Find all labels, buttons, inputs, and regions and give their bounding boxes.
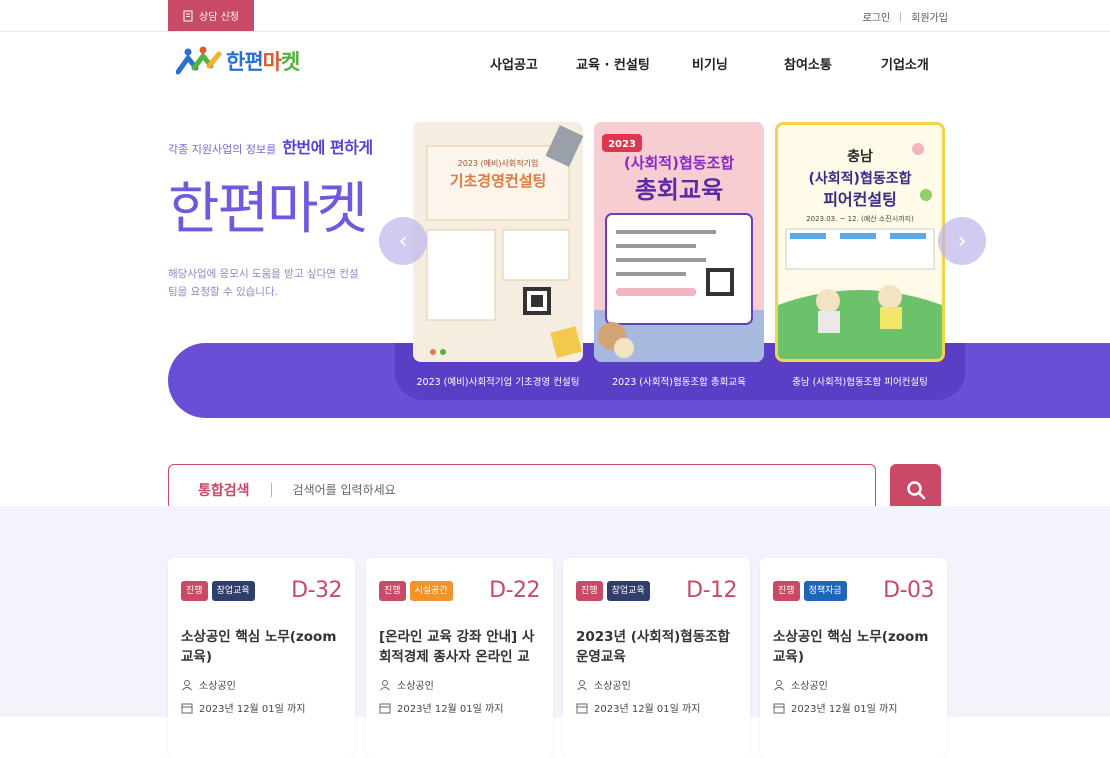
svg-text:총회교육: 총회교육 [635,176,723,204]
target-label: 소상공인 [199,681,236,692]
svg-text:2023.03. ~ 12. (예산 소진시까지): 2023.03. ~ 12. (예산 소진시까지) [806,214,914,223]
calendar-icon [576,703,588,713]
document-icon [183,10,193,21]
card-deadline: 2023년 12월 01일 까지 [379,700,540,715]
calendar-icon [379,703,391,713]
search-input[interactable] [292,482,793,497]
nav-item-business[interactable]: 사업공고 [490,54,576,73]
person-icon [380,679,390,690]
consult-request-button[interactable]: 상담 신청 [168,0,254,31]
svg-text:기초경영컨설팅: 기초경영컨설팅 [450,172,547,190]
search-label: 통합검색 [198,482,250,499]
card-target: 소상공인 [379,677,540,692]
slide-item[interactable]: 충남 (사회적)협동조합 피어컨설팅 2023.03. ~ 12. (예산 소진… [775,122,945,388]
hero-intro: 각종 지원사업의 정보를 한번에 편하게 한편마켓 해당사업에 응모시 도움을 … [168,134,373,301]
nav-item-about[interactable]: 기업소개 [881,54,929,73]
program-card[interactable]: 진행 정책자금 D-03 소상공인 핵심 노무(zoom 교육) 소상공인 20… [760,558,947,758]
dday-counter: D-22 [489,578,540,603]
hero-tagline: 각종 지원사업의 정보를 한번에 편하게 [168,134,373,158]
hero-section: 각종 지원사업의 정보를 한번에 편하게 한편마켓 해당사업에 응모시 도움을 … [0,96,1110,436]
calendar-icon [181,703,193,713]
program-list: 진행 창업교육 D-32 소상공인 핵심 노무(zoom 교육) 소상공인 20… [0,506,1110,758]
header: 한편마켓 사업공고 교육 · 컨설팅 비기닝 참여소통 기업소개 [0,32,1110,96]
program-card[interactable]: 진행 창업교육 D-12 2023년 (사회적)협동조합 운영교육 소상공인 2… [563,558,750,758]
card-target: 소상공인 [181,677,342,692]
status-badge: 진행 [181,580,208,601]
logo-text: 한편마켓 [226,50,300,74]
category-badge: 창업교육 [211,580,255,601]
nav-item-education[interactable]: 교육 · 컨설팅 [576,54,692,73]
card-target: 소상공인 [773,677,934,692]
poster-image: 충남 (사회적)협동조합 피어컨설팅 2023.03. ~ 12. (예산 소진… [775,122,945,362]
target-label: 소상공인 [791,681,828,692]
logo[interactable]: 한편마켓 [176,46,300,76]
hero-description: 해당사업에 응모시 도움을 받고 싶다면 컨설팅을 요청할 수 있습니다. [168,268,359,298]
tagline-small: 각종 지원사업의 정보를 [168,143,277,156]
deadline-label: 2023년 12월 01일 까지 [199,704,306,715]
card-title: 소상공인 핵심 노무(zoom 교육) [181,629,337,665]
divider [270,482,272,497]
program-card[interactable]: 진행 시설공간 D-22 [온라인 교육 강좌 안내] 사회적경제 종사자 온라… [366,558,553,758]
person-icon [182,679,192,690]
nav-item-beginning[interactable]: 비기닝 [692,54,784,73]
card-title: 소상공인 핵심 노무(zoom 교육) [773,629,929,665]
tagline-strong: 한번에 편하게 [282,138,373,157]
svg-text:2023 (예비)사회적기업: 2023 (예비)사회적기업 [458,158,539,168]
deadline-label: 2023년 12월 01일 까지 [594,704,701,715]
dday-counter: D-32 [291,578,342,603]
card-title: [온라인 교육 강좌 안내] 사회적경제 종사자 온라인 교육.. [379,629,535,665]
deadline-label: 2023년 12월 01일 까지 [397,704,504,715]
signup-link[interactable]: 회원가입 [911,9,948,24]
chevron-right-icon: › [957,228,967,254]
status-badge: 진행 [773,580,800,601]
top-bar: 상담 신청 로그인 회원가입 [0,0,1110,32]
svg-text:(사회적)협동조합: (사회적)협동조합 [624,154,735,172]
status-badge: 진행 [379,580,406,601]
nav-item-community[interactable]: 참여소통 [784,54,881,73]
deadline-label: 2023년 12월 01일 까지 [791,704,898,715]
slider-prev-button[interactable]: ‹ [379,217,427,265]
search-section: 통합검색 [0,436,1110,515]
logo-mark-icon [176,46,222,75]
slide-caption: 충남 (사회적)협동조합 피어컨설팅 [792,377,928,388]
target-label: 소상공인 [397,681,434,692]
card-target: 소상공인 [576,677,737,692]
poster-slider: 2023 (예비)사회적기업 기초경영컨설팅 2023 (예비)사회적기업 기초… [413,122,945,388]
account-links: 로그인 회원가입 [863,9,948,24]
person-icon [577,679,587,690]
category-badge: 정책자금 [803,580,847,601]
card-deadline: 2023년 12월 01일 까지 [773,700,934,715]
slider-next-button[interactable]: › [938,217,986,265]
consult-request-label: 상담 신청 [199,12,239,23]
search-icon [906,480,925,499]
person-icon [774,679,784,690]
calendar-icon [773,703,785,713]
slide-item[interactable]: 2023 (사회적)협동조합 총회교육 2023 (사회적)협동조합 총회교육 [594,122,764,388]
divider [900,11,902,22]
slide-caption: 2023 (사회적)협동조합 총회교육 [612,377,746,388]
svg-text:2023: 2023 [608,139,636,150]
card-title: 2023년 (사회적)협동조합 운영교육 [576,629,730,665]
poster-image: 2023 (사회적)협동조합 총회교육 [594,122,764,362]
login-link[interactable]: 로그인 [863,9,891,24]
hero-title: 한편마켓 [168,177,368,242]
card-deadline: 2023년 12월 01일 까지 [576,700,737,715]
chevron-left-icon: ‹ [398,228,408,254]
category-badge: 시설공간 [409,580,453,601]
svg-text:충남: 충남 [847,148,873,165]
program-card[interactable]: 진행 창업교육 D-32 소상공인 핵심 노무(zoom 교육) 소상공인 20… [168,558,355,758]
svg-text:(사회적)협동조합: (사회적)협동조합 [809,170,912,187]
category-badge: 창업교육 [606,580,650,601]
poster-image: 2023 (예비)사회적기업 기초경영컨설팅 [413,122,583,362]
svg-text:피어컨설팅: 피어컨설팅 [823,190,897,209]
main-nav: 사업공고 교육 · 컨설팅 비기닝 참여소통 기업소개 [490,54,929,73]
dday-counter: D-03 [883,578,934,603]
dday-counter: D-12 [686,578,737,603]
slide-item[interactable]: 2023 (예비)사회적기업 기초경영컨설팅 2023 (예비)사회적기업 기초… [413,122,583,388]
card-deadline: 2023년 12월 01일 까지 [181,700,342,715]
status-badge: 진행 [576,580,603,601]
slide-caption: 2023 (예비)사회적기업 기초경영 컨설팅 [416,377,580,388]
target-label: 소상공인 [594,681,631,692]
